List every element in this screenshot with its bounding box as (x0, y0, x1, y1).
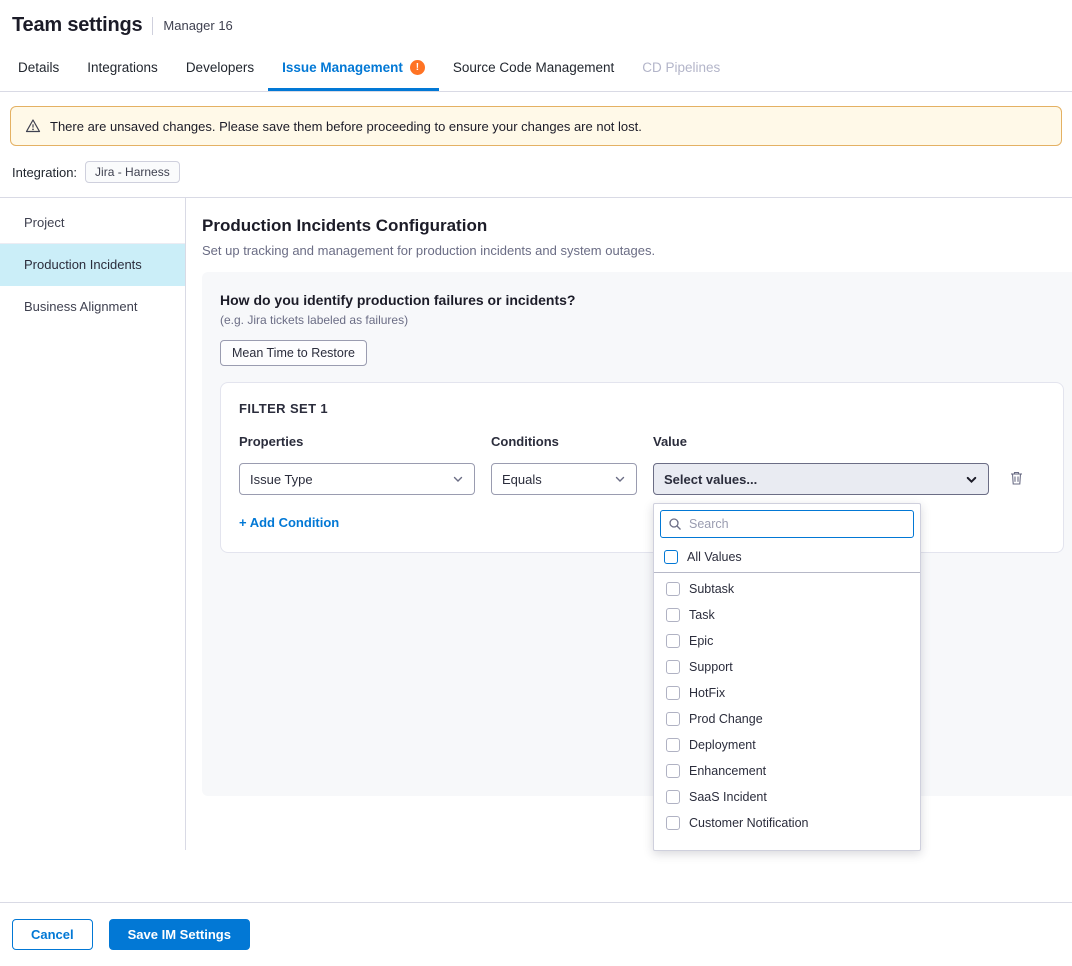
checkbox-icon[interactable] (666, 738, 680, 752)
question-heading: How do you identify production failures … (220, 292, 1064, 308)
dropdown-option-label: Deployment (689, 738, 756, 752)
dropdown-option-epic[interactable]: Epic (654, 628, 920, 654)
checkbox-icon[interactable] (666, 686, 680, 700)
settings-sidebar: Project Production Incidents Business Al… (0, 198, 186, 850)
column-header-conditions: Conditions (491, 434, 637, 449)
sidebar-item-business-alignment[interactable]: Business Alignment (0, 286, 185, 327)
filter-set-card: FILTER SET 1 Properties Conditions Value… (220, 382, 1064, 553)
dropdown-option-enhancement[interactable]: Enhancement (654, 758, 920, 784)
trash-icon (1009, 474, 1024, 489)
tab-integrations[interactable]: Integrations (73, 47, 172, 91)
dropdown-option-deployment[interactable]: Deployment (654, 732, 920, 758)
filter-grid: Properties Conditions Value Issue Type E… (239, 434, 1045, 530)
page-title: Team settings (12, 14, 142, 37)
section-subtitle: Set up tracking and management for produ… (202, 243, 1072, 258)
column-header-value: Value (653, 434, 989, 449)
dropdown-option-label: Task (689, 608, 715, 622)
column-header-properties: Properties (239, 434, 475, 449)
tab-bar: Details Integrations Developers Issue Ma… (0, 47, 1072, 92)
integration-row: Integration: Jira - Harness (0, 158, 1072, 198)
checkbox-icon[interactable] (666, 660, 680, 674)
dropdown-option-label: Customer Notification (689, 816, 809, 830)
property-select-value: Issue Type (250, 472, 313, 487)
title-divider (152, 17, 153, 35)
sidebar-item-project[interactable]: Project (0, 202, 185, 244)
dropdown-option-prod-change[interactable]: Prod Change (654, 706, 920, 732)
dropdown-option-label: Prod Change (689, 712, 763, 726)
chevron-down-icon (614, 473, 626, 485)
content-area: Project Production Incidents Business Al… (0, 198, 1072, 850)
chevron-down-icon (452, 473, 464, 485)
tab-details[interactable]: Details (4, 47, 73, 91)
checkbox-icon[interactable] (666, 764, 680, 778)
delete-filter-button[interactable] (1005, 466, 1028, 493)
unsaved-changes-badge-icon: ! (410, 60, 425, 75)
checkbox-icon[interactable] (666, 816, 680, 830)
value-select-placeholder: Select values... (664, 472, 757, 487)
question-hint: (e.g. Jira tickets labeled as failures) (220, 313, 1064, 327)
condition-select-value: Equals (502, 472, 542, 487)
team-name: Manager 16 (163, 18, 232, 33)
main-panel: Production Incidents Configuration Set u… (186, 198, 1072, 850)
save-im-settings-button[interactable]: Save IM Settings (109, 919, 250, 950)
checkbox-icon[interactable] (664, 550, 678, 564)
tab-label: CD Pipelines (642, 60, 720, 75)
dropdown-option-label: Support (689, 660, 733, 674)
integration-chip[interactable]: Jira - Harness (85, 161, 180, 183)
dropdown-option-all-values[interactable]: All Values (654, 544, 920, 570)
condition-select[interactable]: Equals (491, 463, 637, 495)
dropdown-search-row (660, 510, 914, 538)
dropdown-option-support[interactable]: Support (654, 654, 920, 680)
config-card: How do you identify production failures … (202, 272, 1072, 796)
chevron-down-icon (965, 473, 978, 486)
dropdown-option-label: Subtask (689, 582, 734, 596)
dropdown-option-task[interactable]: Task (654, 602, 920, 628)
tab-issue-management[interactable]: Issue Management ! (268, 47, 439, 91)
dropdown-option-label: SaaS Incident (689, 790, 767, 804)
value-select[interactable]: Select values... (653, 463, 989, 495)
checkbox-icon[interactable] (666, 582, 680, 596)
footer-actions: Cancel Save IM Settings (0, 903, 1072, 966)
tab-label: Source Code Management (453, 60, 614, 75)
search-icon (668, 517, 682, 531)
warning-banner: There are unsaved changes. Please save t… (10, 106, 1062, 146)
section-title: Production Incidents Configuration (202, 216, 1072, 236)
warning-text: There are unsaved changes. Please save t… (50, 119, 642, 134)
dropdown-option-saas-incident[interactable]: SaaS Incident (654, 784, 920, 810)
dropdown-option-customer-notification[interactable]: Customer Notification (654, 810, 920, 836)
metric-chip-mean-time-to-restore[interactable]: Mean Time to Restore (220, 340, 367, 366)
tab-label: Developers (186, 60, 254, 75)
checkbox-icon[interactable] (666, 634, 680, 648)
dropdown-option-label: All Values (687, 550, 742, 564)
property-select[interactable]: Issue Type (239, 463, 475, 495)
dropdown-option-label: HotFix (689, 686, 725, 700)
dropdown-option-hotfix[interactable]: HotFix (654, 680, 920, 706)
value-select-wrapper: Select values... (653, 463, 989, 495)
value-search-input[interactable] (660, 510, 914, 538)
value-dropdown: All Values Subtask Task (653, 503, 921, 851)
checkbox-icon[interactable] (666, 712, 680, 726)
warning-icon (25, 118, 41, 134)
tab-developers[interactable]: Developers (172, 47, 268, 91)
checkbox-icon[interactable] (666, 608, 680, 622)
dropdown-option-label: Epic (689, 634, 713, 648)
tab-label: Issue Management (282, 60, 403, 75)
dropdown-option-label: Enhancement (689, 764, 766, 778)
integration-label: Integration: (12, 165, 77, 180)
tab-label: Details (18, 60, 59, 75)
dropdown-divider (654, 572, 920, 573)
filter-set-title: FILTER SET 1 (239, 401, 1045, 416)
checkbox-icon[interactable] (666, 790, 680, 804)
tab-cd-pipelines: CD Pipelines (628, 47, 734, 91)
cancel-button[interactable]: Cancel (12, 919, 93, 950)
dropdown-option-subtask[interactable]: Subtask (654, 576, 920, 602)
tab-label: Integrations (87, 60, 158, 75)
tab-source-code-management[interactable]: Source Code Management (439, 47, 628, 91)
page-header: Team settings Manager 16 (0, 0, 1072, 47)
sidebar-item-production-incidents[interactable]: Production Incidents (0, 244, 185, 286)
